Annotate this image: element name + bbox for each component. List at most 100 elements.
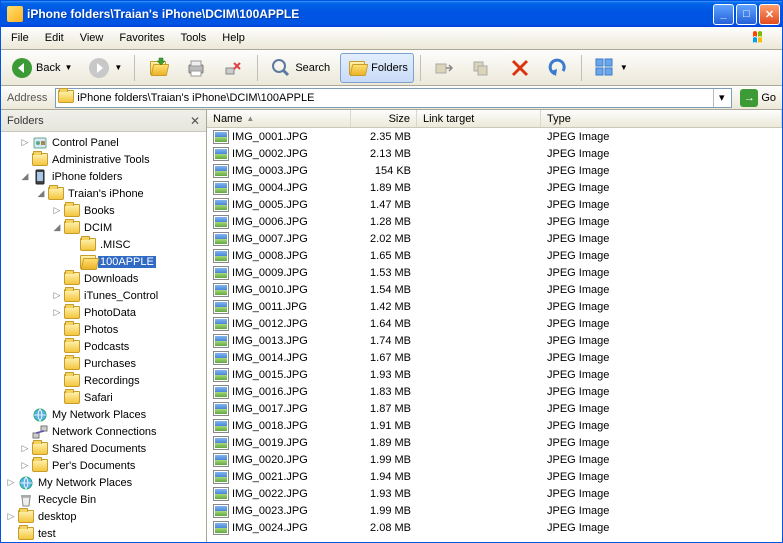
tree-item-misc[interactable]: .MISC [1,236,206,253]
tree-item-traians-iphone[interactable]: ◢Traian's iPhone [1,185,206,202]
close-button[interactable]: ✕ [759,4,780,25]
menu-edit[interactable]: Edit [37,29,72,47]
disconnect-button[interactable] [217,53,251,83]
go-button[interactable]: → Go [736,87,780,109]
collapse-icon[interactable]: ◢ [19,171,31,182]
file-row[interactable]: IMG_0024.JPG2.08 MBJPEG Image [207,519,782,536]
folders-button[interactable]: Folders [340,53,414,83]
delete-button[interactable] [503,53,537,83]
up-folder-icon [147,57,169,79]
tree-item-itunes-control[interactable]: ▷iTunes_Control [1,287,206,304]
expand-icon[interactable]: ▷ [51,290,63,301]
expand-icon[interactable]: ▷ [51,205,63,216]
file-row[interactable]: IMG_0008.JPG1.65 MBJPEG Image [207,247,782,264]
file-row[interactable]: IMG_0006.JPG1.28 MBJPEG Image [207,213,782,230]
folder-tree[interactable]: ▷Control Panel Administrative Tools ◢iPh… [1,132,206,542]
file-row[interactable]: IMG_0012.JPG1.64 MBJPEG Image [207,315,782,332]
file-row[interactable]: IMG_0005.JPG1.47 MBJPEG Image [207,196,782,213]
tree-item-control-panel[interactable]: ▷Control Panel [1,134,206,151]
tree-item-photos[interactable]: Photos [1,321,206,338]
menu-view[interactable]: View [72,29,112,47]
back-label: Back [36,62,60,74]
file-row[interactable]: IMG_0010.JPG1.54 MBJPEG Image [207,281,782,298]
menu-file[interactable]: File [3,29,37,47]
tree-item-podcasts[interactable]: Podcasts [1,338,206,355]
file-row[interactable]: IMG_0011.JPG1.42 MBJPEG Image [207,298,782,315]
file-row[interactable]: IMG_0002.JPG2.13 MBJPEG Image [207,145,782,162]
minimize-button[interactable]: _ [713,4,734,25]
menu-favorites[interactable]: Favorites [111,29,172,47]
file-row[interactable]: IMG_0014.JPG1.67 MBJPEG Image [207,349,782,366]
back-dropdown-icon[interactable]: ▼ [64,63,72,72]
up-button[interactable] [141,53,175,83]
expand-icon[interactable]: ▷ [51,307,63,318]
file-row[interactable]: IMG_0018.JPG1.91 MBJPEG Image [207,417,782,434]
tree-item-safari[interactable]: Safari [1,389,206,406]
tree-item-photodata[interactable]: ▷PhotoData [1,304,206,321]
file-row[interactable]: IMG_0009.JPG1.53 MBJPEG Image [207,264,782,281]
forward-button[interactable]: ▼ [82,53,128,83]
file-row[interactable]: IMG_0020.JPG1.99 MBJPEG Image [207,451,782,468]
expand-icon[interactable]: ▷ [19,137,31,148]
file-row[interactable]: IMG_0023.JPG1.99 MBJPEG Image [207,502,782,519]
tree-item-downloads[interactable]: Downloads [1,270,206,287]
address-input[interactable]: iPhone folders\Traian's iPhone\DCIM\100A… [55,88,732,108]
copy-to-button[interactable] [465,53,499,83]
tree-item-test[interactable]: test [1,525,206,542]
file-row[interactable]: IMG_0021.JPG1.94 MBJPEG Image [207,468,782,485]
tree-item-my-network-places-2[interactable]: ▷My Network Places [1,474,206,491]
menu-tools[interactable]: Tools [173,29,215,47]
tree-item-pers-documents[interactable]: ▷Per's Documents [1,457,206,474]
address-dropdown-icon[interactable]: ▾ [713,89,729,107]
folder-icon [63,356,80,372]
tree-item-network-connections[interactable]: Network Connections [1,423,206,440]
tree-item-recordings[interactable]: Recordings [1,372,206,389]
tree-item-purchases[interactable]: Purchases [1,355,206,372]
column-link-target[interactable]: Link target [417,110,541,127]
file-row[interactable]: IMG_0013.JPG1.74 MBJPEG Image [207,332,782,349]
tree-item-100apple[interactable]: 100APPLE [1,253,206,270]
views-dropdown-icon[interactable]: ▼ [620,63,628,72]
collapse-icon[interactable]: ◢ [51,222,63,233]
undo-button[interactable] [541,53,575,83]
file-row[interactable]: IMG_0016.JPG1.83 MBJPEG Image [207,383,782,400]
views-button[interactable]: ▼ [588,53,634,83]
file-row[interactable]: IMG_0001.JPG2.35 MBJPEG Image [207,128,782,145]
tree-item-admin-tools[interactable]: Administrative Tools [1,151,206,168]
expand-icon[interactable]: ▷ [5,511,17,522]
expand-icon[interactable]: ▷ [19,443,31,454]
expand-icon[interactable]: ▷ [5,477,17,488]
column-name[interactable]: Name▲ [207,110,351,127]
tree-item-books[interactable]: ▷Books [1,202,206,219]
forward-dropdown-icon[interactable]: ▼ [114,63,122,72]
search-label: Search [295,62,330,74]
tree-item-recycle-bin[interactable]: Recycle Bin [1,491,206,508]
tree-item-my-network-places[interactable]: My Network Places [1,406,206,423]
file-list[interactable]: IMG_0001.JPG2.35 MBJPEG ImageIMG_0002.JP… [207,128,782,542]
column-size[interactable]: Size [351,110,417,127]
print-button[interactable] [179,53,213,83]
file-name: IMG_0023.JPG [232,505,308,517]
file-row[interactable]: IMG_0019.JPG1.89 MBJPEG Image [207,434,782,451]
file-row[interactable]: IMG_0017.JPG1.87 MBJPEG Image [207,400,782,417]
tree-item-dcim[interactable]: ◢DCIM [1,219,206,236]
file-row[interactable]: IMG_0022.JPG1.93 MBJPEG Image [207,485,782,502]
maximize-button[interactable]: □ [736,4,757,25]
collapse-icon[interactable]: ◢ [35,188,47,199]
move-to-button[interactable] [427,53,461,83]
expand-icon[interactable]: ▷ [19,460,31,471]
titlebar[interactable]: iPhone folders\Traian's iPhone\DCIM\100A… [1,1,782,27]
column-type[interactable]: Type [541,110,782,127]
file-row[interactable]: IMG_0003.JPG154 KBJPEG Image [207,162,782,179]
file-name: IMG_0004.JPG [232,182,308,194]
back-button[interactable]: Back ▼ [5,53,78,83]
menu-help[interactable]: Help [214,29,253,47]
tree-item-desktop[interactable]: ▷desktop [1,508,206,525]
folders-pane-close-icon[interactable]: ✕ [190,114,200,128]
tree-item-iphone-folders[interactable]: ◢iPhone folders [1,168,206,185]
file-row[interactable]: IMG_0007.JPG2.02 MBJPEG Image [207,230,782,247]
search-button[interactable]: Search [264,53,336,83]
file-row[interactable]: IMG_0015.JPG1.93 MBJPEG Image [207,366,782,383]
file-row[interactable]: IMG_0004.JPG1.89 MBJPEG Image [207,179,782,196]
tree-item-shared-documents[interactable]: ▷Shared Documents [1,440,206,457]
